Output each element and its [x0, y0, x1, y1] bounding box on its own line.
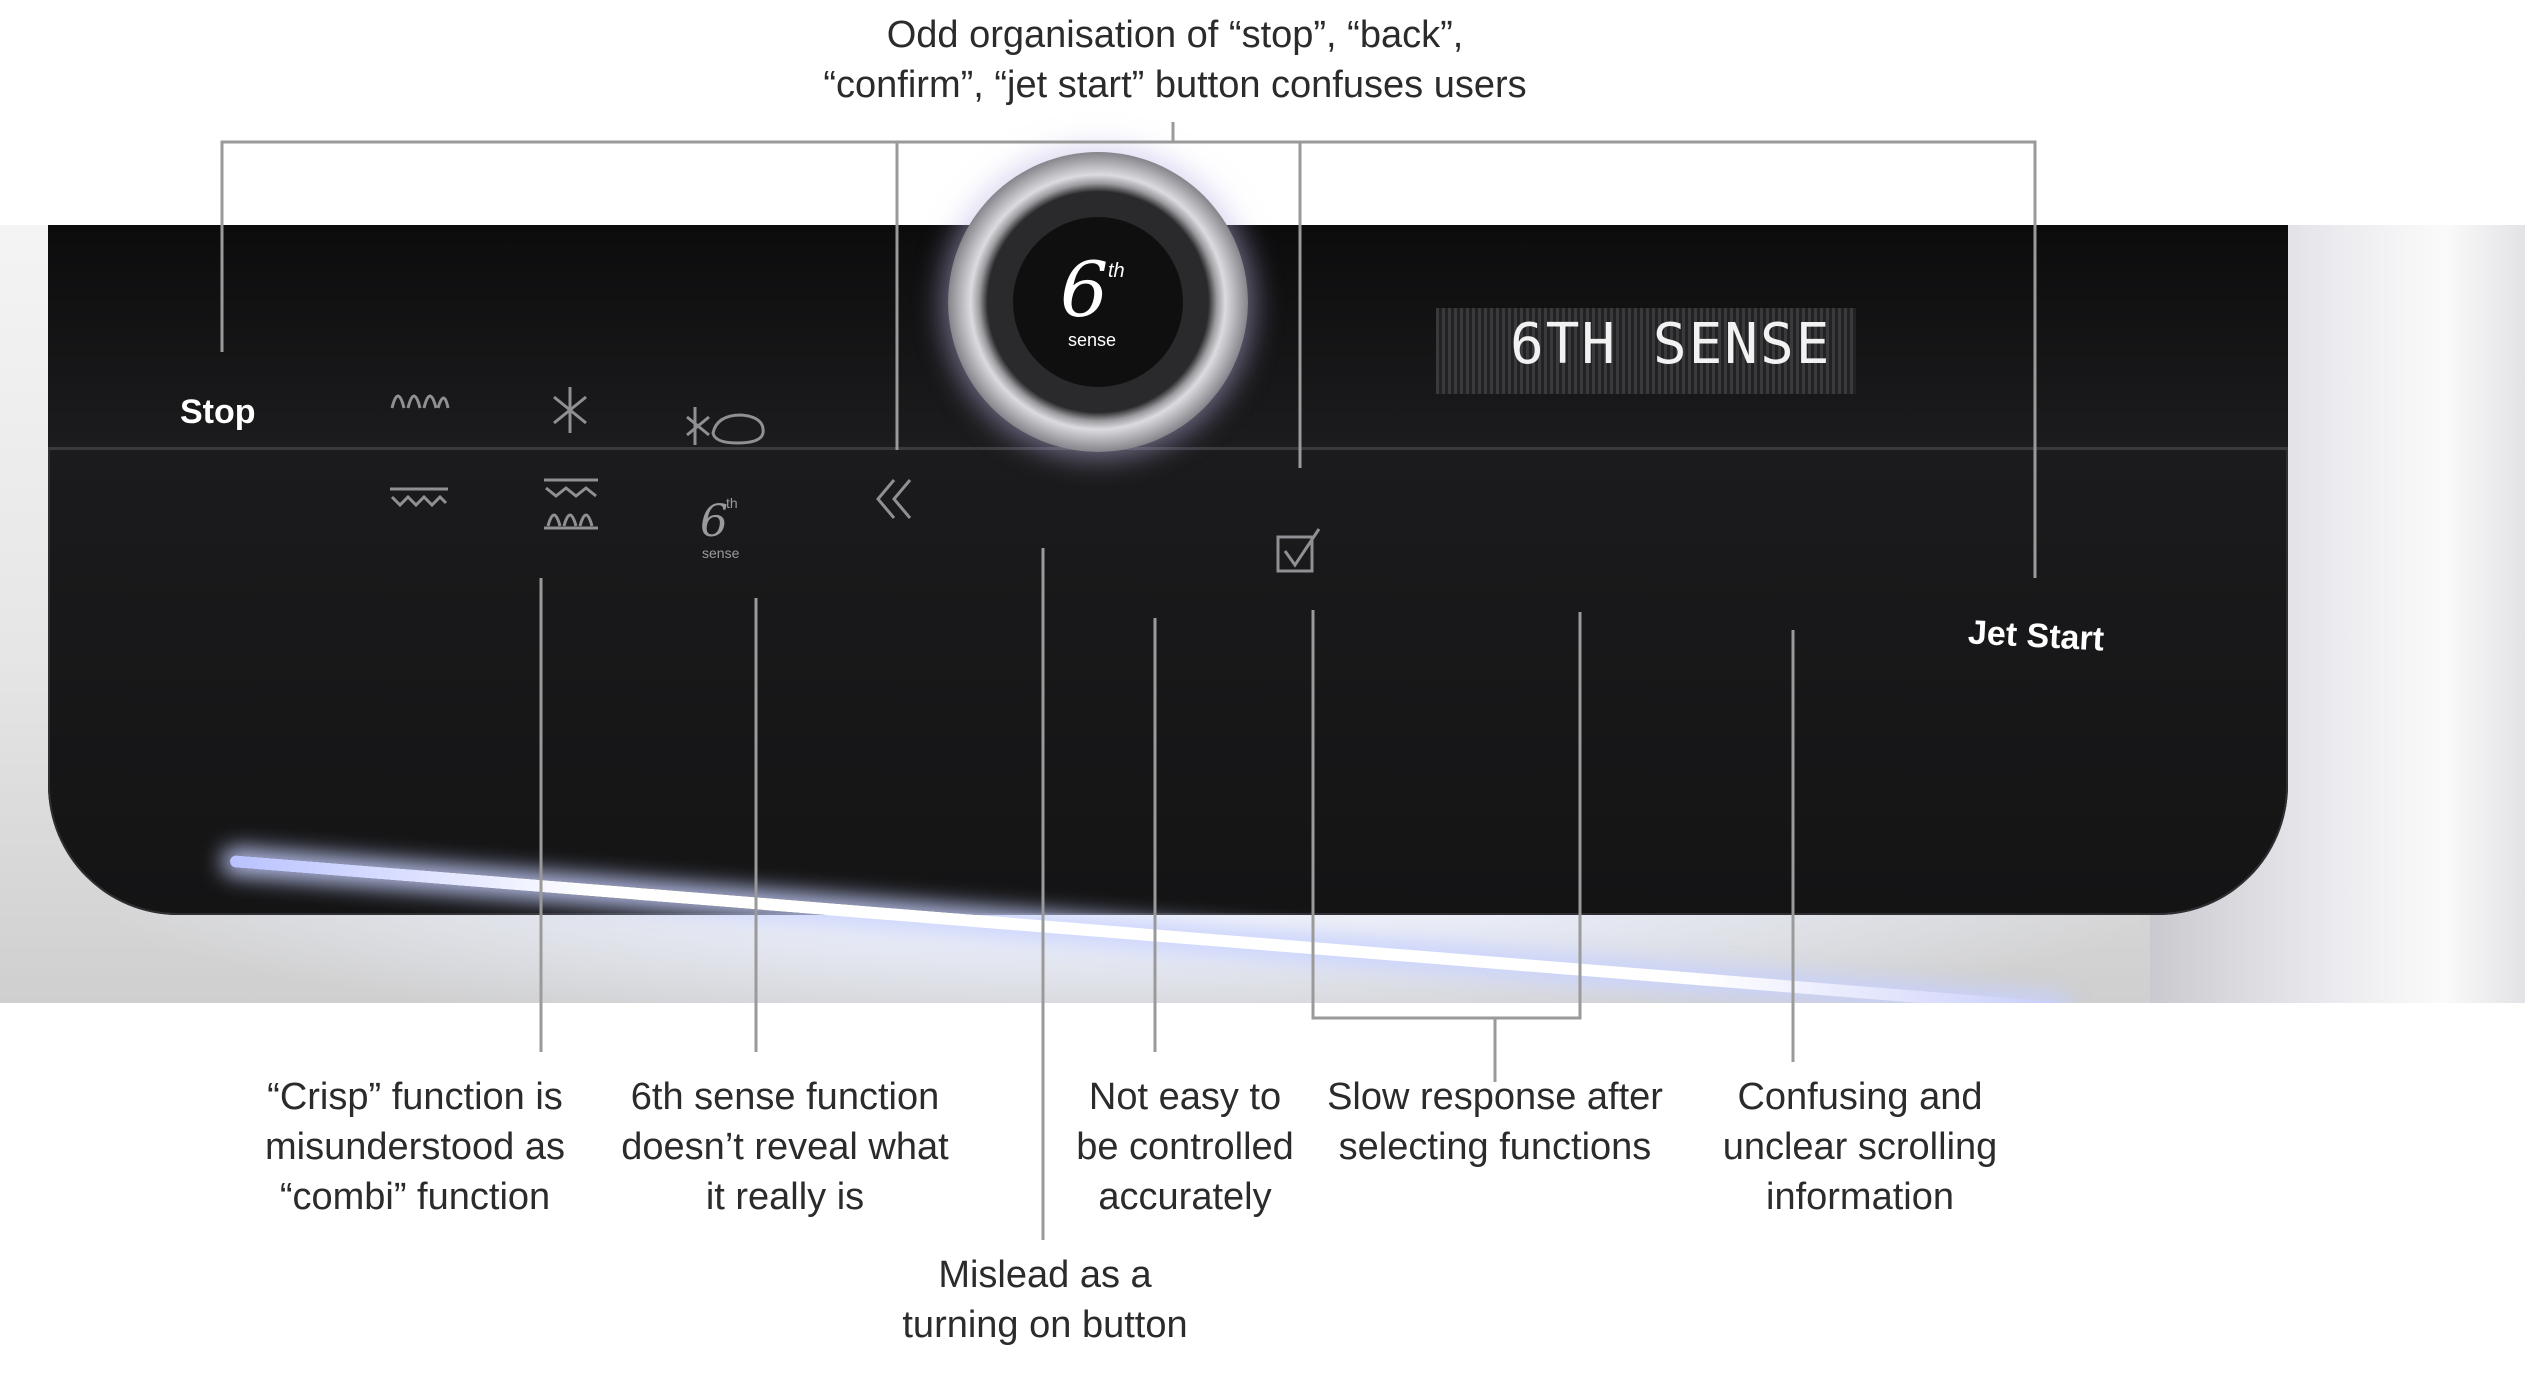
annotation-slow-response: Slow response after selecting functions: [1327, 1076, 1663, 1168]
top-bracket-line: [220, 140, 2037, 578]
annotation-crisp-function: “Crisp” function is misunderstood as “co…: [265, 1076, 565, 1218]
slow-bracket-line: [1311, 610, 1582, 1020]
annotation-sixth-sense: 6th sense function doesn’t reveal what i…: [621, 1076, 949, 1218]
annotation-scrolling: Confusing and unclear scrolling informat…: [1722, 1076, 1998, 1218]
annotation-mislead: Mislead as a turning on button: [902, 1254, 1188, 1346]
annotation-button-organisation: Odd organisation of “stop”, “back”, “con…: [823, 14, 1527, 106]
annotation-control: Not easy to be controlled accurately: [1076, 1076, 1294, 1218]
